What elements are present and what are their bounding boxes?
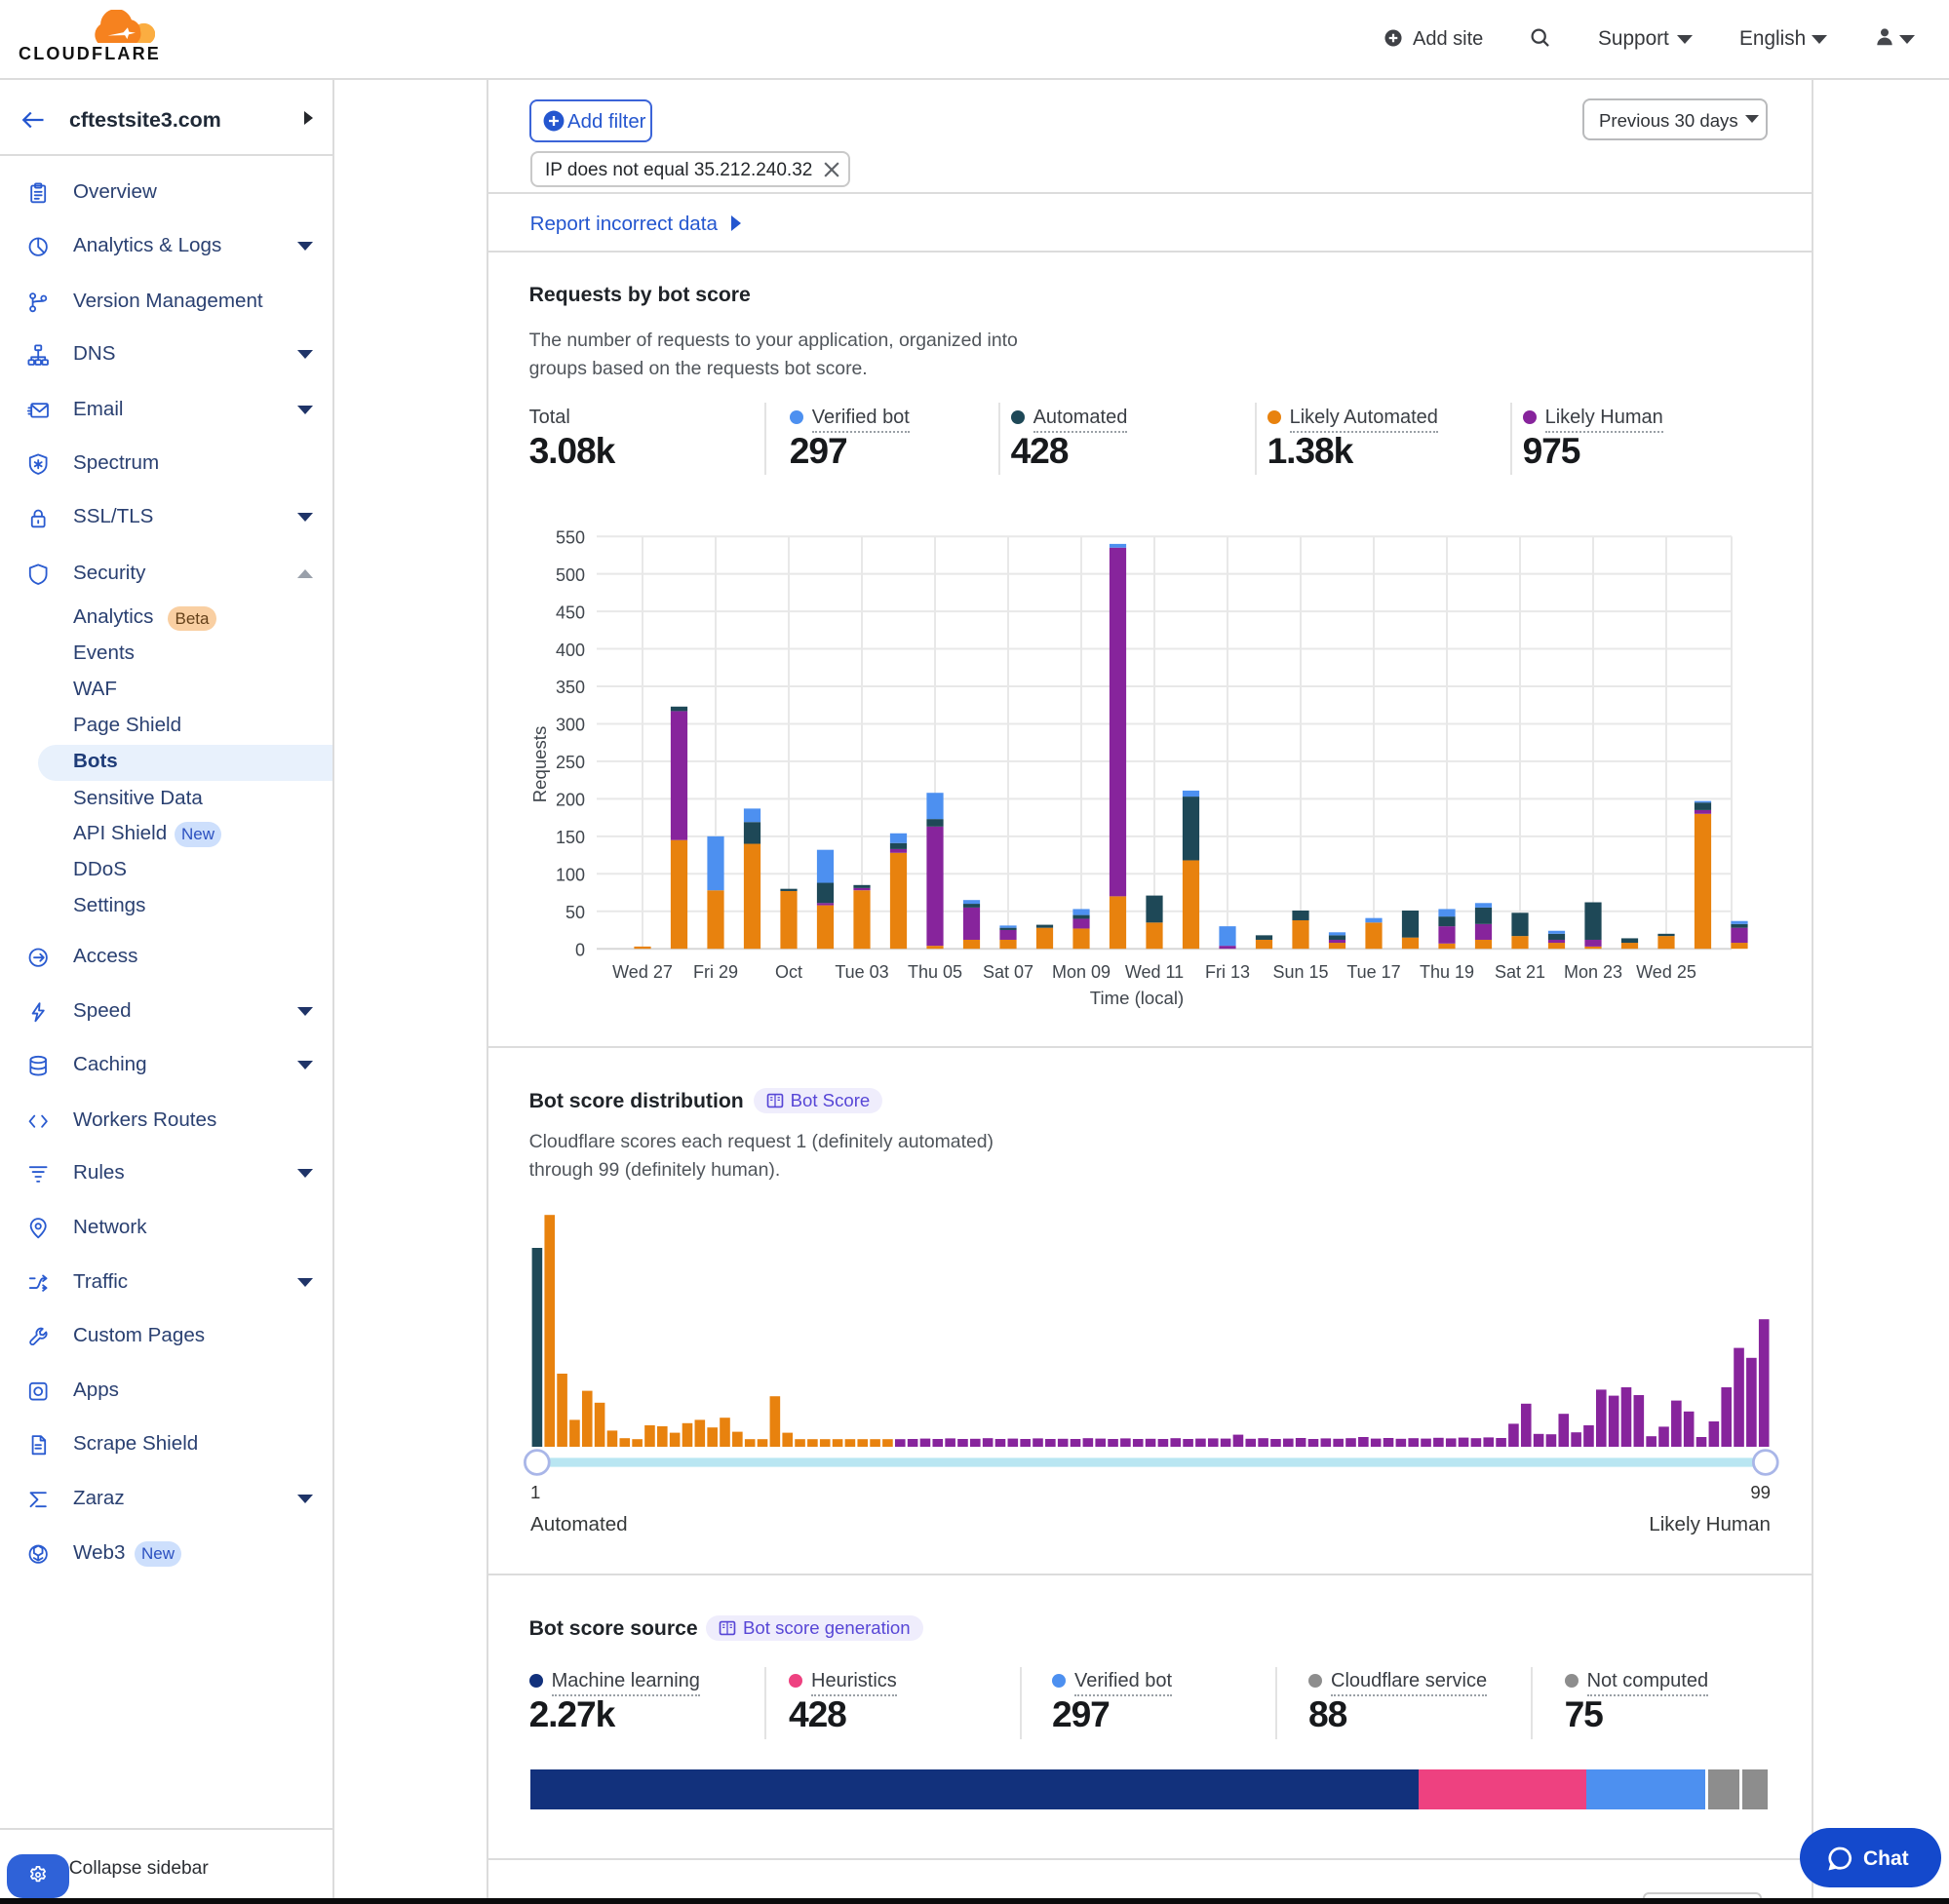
svg-text:Time (local): Time (local) — [1090, 988, 1184, 1008]
svg-text:Likely Human: Likely Human — [1649, 1513, 1771, 1535]
svg-text:Wed 11: Wed 11 — [1125, 962, 1184, 982]
svg-text:Mon 09: Mon 09 — [1052, 962, 1111, 982]
svg-text:Tue 03: Tue 03 — [835, 962, 888, 982]
svg-text:Sat 21: Sat 21 — [1495, 962, 1545, 982]
svg-text:250: 250 — [556, 753, 585, 772]
svg-text:100: 100 — [556, 866, 585, 885]
svg-text:Sat 07: Sat 07 — [983, 962, 1033, 982]
svg-text:200: 200 — [556, 791, 585, 810]
svg-text:300: 300 — [556, 716, 585, 735]
svg-text:Fri 29: Fri 29 — [693, 962, 738, 982]
svg-text:Automated: Automated — [530, 1513, 628, 1535]
svg-text:99: 99 — [1750, 1482, 1771, 1502]
svg-text:Mon 23: Mon 23 — [1564, 962, 1622, 982]
svg-text:Requests: Requests — [529, 726, 550, 803]
svg-text:50: 50 — [565, 903, 585, 922]
svg-text:Tue 17: Tue 17 — [1346, 962, 1400, 982]
svg-text:Oct: Oct — [775, 962, 802, 982]
svg-text:350: 350 — [556, 678, 585, 697]
svg-text:450: 450 — [556, 602, 585, 622]
svg-text:Wed 27: Wed 27 — [612, 962, 673, 982]
svg-text:Wed 25: Wed 25 — [1636, 962, 1696, 982]
svg-text:1: 1 — [530, 1482, 540, 1502]
svg-text:Thu 19: Thu 19 — [1420, 962, 1474, 982]
svg-text:Thu 05: Thu 05 — [908, 962, 962, 982]
svg-text:Sun 15: Sun 15 — [1272, 962, 1328, 982]
svg-text:400: 400 — [556, 641, 585, 660]
svg-text:Fri 13: Fri 13 — [1205, 962, 1250, 982]
svg-text:0: 0 — [575, 940, 585, 959]
svg-text:500: 500 — [556, 565, 585, 585]
svg-text:550: 550 — [556, 527, 585, 547]
svg-text:150: 150 — [556, 828, 585, 847]
